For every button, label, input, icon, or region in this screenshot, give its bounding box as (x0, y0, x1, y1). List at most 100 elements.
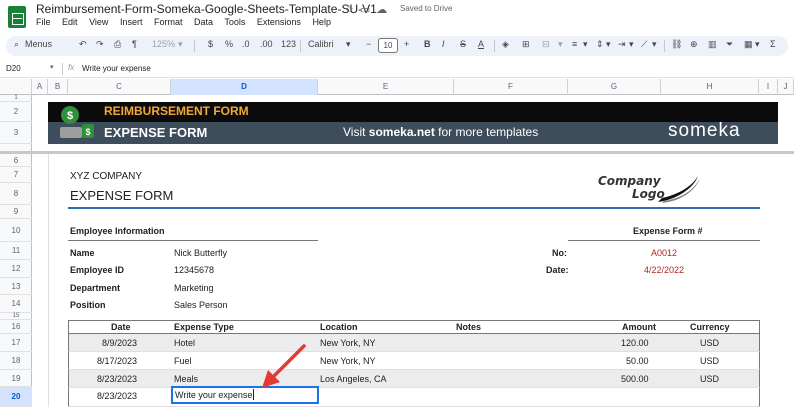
company-name[interactable]: XYZ COMPANY (70, 171, 142, 182)
header-expense-type[interactable]: Expense Type (174, 322, 234, 332)
header-notes[interactable]: Notes (456, 322, 481, 332)
merge-caret-icon[interactable]: ▾ (558, 39, 563, 50)
row-header[interactable]: 13 (0, 278, 32, 295)
column-header-c[interactable]: C (68, 79, 171, 95)
undo-icon[interactable]: ↶ (79, 39, 87, 50)
row-location[interactable]: New York, NY (320, 338, 376, 348)
menu-data[interactable]: Data (194, 17, 213, 27)
menu-file[interactable]: File (36, 17, 51, 27)
row-header[interactable]: 12 (0, 260, 32, 278)
row-header[interactable]: 9 (0, 205, 32, 219)
search-menus-icon[interactable]: ⌕ (14, 39, 19, 50)
row-date[interactable]: 8/23/2023 (97, 374, 137, 384)
document-title[interactable]: Reimbursement-Form-Someka-Google-Sheets-… (36, 2, 377, 16)
row-header[interactable]: 8 (0, 183, 32, 205)
borders-icon[interactable]: ⊞ (522, 39, 530, 50)
company-logo[interactable]: Company Logo (596, 172, 706, 206)
menu-edit[interactable]: Edit (62, 17, 78, 27)
percent-format-button[interactable]: % (225, 39, 233, 49)
row-currency[interactable]: USD (700, 374, 719, 384)
header-currency[interactable]: Currency (690, 322, 730, 332)
paint-format-icon[interactable]: ¶ (132, 39, 137, 49)
vertical-align-caret-icon[interactable]: ▾ (606, 39, 611, 50)
form-date-value[interactable]: 4/22/2022 (644, 265, 684, 275)
row-currency[interactable]: USD (700, 338, 719, 348)
formula-input[interactable]: Write your expense (82, 64, 151, 73)
someka-brand-logo[interactable]: someka (668, 120, 741, 142)
menu-format[interactable]: Format (154, 17, 183, 27)
horizontal-align-icon[interactable]: ≡ (572, 39, 577, 49)
form-date-label[interactable]: Date: (546, 265, 569, 275)
more-formats-button[interactable]: 123 (281, 39, 296, 49)
row-header-selected[interactable]: 20 (0, 387, 32, 407)
row-amount[interactable]: 120.00 (621, 338, 649, 348)
move-folder-icon[interactable]: ▭ (360, 4, 370, 16)
merge-cells-icon[interactable]: ⊟ (542, 39, 550, 50)
filter-views-caret-icon[interactable]: ▾ (755, 39, 760, 50)
font-select[interactable]: Calibri (308, 39, 334, 49)
column-header-d[interactable]: D (171, 79, 318, 95)
row-header[interactable]: 18 (0, 352, 32, 370)
row-header[interactable]: 14 (0, 295, 32, 313)
horizontal-align-caret-icon[interactable]: ▾ (583, 39, 588, 50)
header-date[interactable]: Date (111, 322, 131, 332)
decrease-decimal-button[interactable]: .0 (242, 39, 250, 49)
text-rotation-icon[interactable]: ⟋ (641, 39, 647, 50)
zoom-caret-icon[interactable]: ▾ (178, 39, 183, 50)
star-icon[interactable]: ☆ (344, 4, 354, 16)
row-location[interactable]: New York, NY (320, 356, 376, 366)
row-header[interactable]: 16 (0, 320, 32, 334)
row-header[interactable]: 10 (0, 219, 32, 242)
decrease-font-icon[interactable]: − (366, 39, 371, 49)
strikethrough-button[interactable]: S (460, 39, 466, 49)
text-wrap-caret-icon[interactable]: ▾ (629, 39, 634, 50)
row-expense-type[interactable]: Meals (174, 374, 198, 384)
department-label[interactable]: Department (70, 283, 120, 293)
row-expense-type[interactable]: Fuel (174, 356, 192, 366)
header-location[interactable]: Location (320, 322, 358, 332)
sheets-logo-icon[interactable] (8, 6, 26, 28)
expense-form-number-heading[interactable]: Expense Form # (633, 226, 703, 236)
row-header[interactable]: 19 (0, 370, 32, 387)
insert-comment-icon[interactable]: ⊕ (690, 39, 698, 50)
employee-id-value[interactable]: 12345678 (174, 265, 214, 275)
text-color-button[interactable]: A (478, 39, 484, 49)
active-cell-text[interactable]: Write your expense (175, 390, 252, 400)
menu-help[interactable]: Help (312, 17, 331, 27)
row-header[interactable]: 17 (0, 334, 32, 352)
row-date[interactable]: 8/17/2023 (97, 356, 137, 366)
position-value[interactable]: Sales Person (174, 300, 228, 310)
form-title[interactable]: EXPENSE FORM (70, 188, 173, 203)
functions-button[interactable]: Σ (770, 39, 776, 49)
cloud-saved-icon[interactable]: ☁ (376, 4, 387, 16)
font-size-input[interactable]: 10 (378, 38, 398, 53)
row-header[interactable]: 11 (0, 242, 32, 260)
font-caret-icon[interactable]: ▾ (346, 39, 351, 50)
row-date[interactable]: 8/9/2023 (102, 338, 137, 348)
column-header-g[interactable]: G (568, 79, 661, 95)
row-header[interactable]: 3 (0, 122, 32, 144)
row-amount[interactable]: 50.00 (626, 356, 649, 366)
column-header-e[interactable]: E (318, 79, 454, 95)
name-box[interactable]: D20 (6, 64, 21, 73)
text-rotation-caret-icon[interactable]: ▾ (652, 39, 657, 50)
column-header-a[interactable]: A (32, 79, 48, 95)
department-value[interactable]: Marketing (174, 283, 214, 293)
row-header[interactable]: 15 (0, 313, 32, 320)
menu-extensions[interactable]: Extensions (257, 17, 301, 27)
increase-font-icon[interactable]: + (404, 39, 409, 49)
filter-views-icon[interactable]: ▦ (744, 39, 753, 50)
currency-format-button[interactable]: $ (208, 39, 213, 49)
row-header[interactable]: 1 (0, 95, 32, 102)
redo-icon[interactable]: ↷ (96, 39, 104, 50)
menu-insert[interactable]: Insert (120, 17, 143, 27)
italic-button[interactable]: I (442, 39, 445, 49)
insert-link-icon[interactable]: ⛓ (671, 39, 682, 50)
name-box-caret-icon[interactable]: ▾ (50, 63, 54, 71)
header-amount[interactable]: Amount (622, 322, 656, 332)
insert-chart-icon[interactable]: ▥ (708, 39, 717, 50)
vertical-align-icon[interactable]: ⇕ (596, 39, 604, 50)
row-date[interactable]: 8/23/2023 (97, 391, 137, 401)
saved-status[interactable]: Saved to Drive (400, 4, 452, 13)
name-value[interactable]: Nick Butterfly (174, 248, 227, 258)
